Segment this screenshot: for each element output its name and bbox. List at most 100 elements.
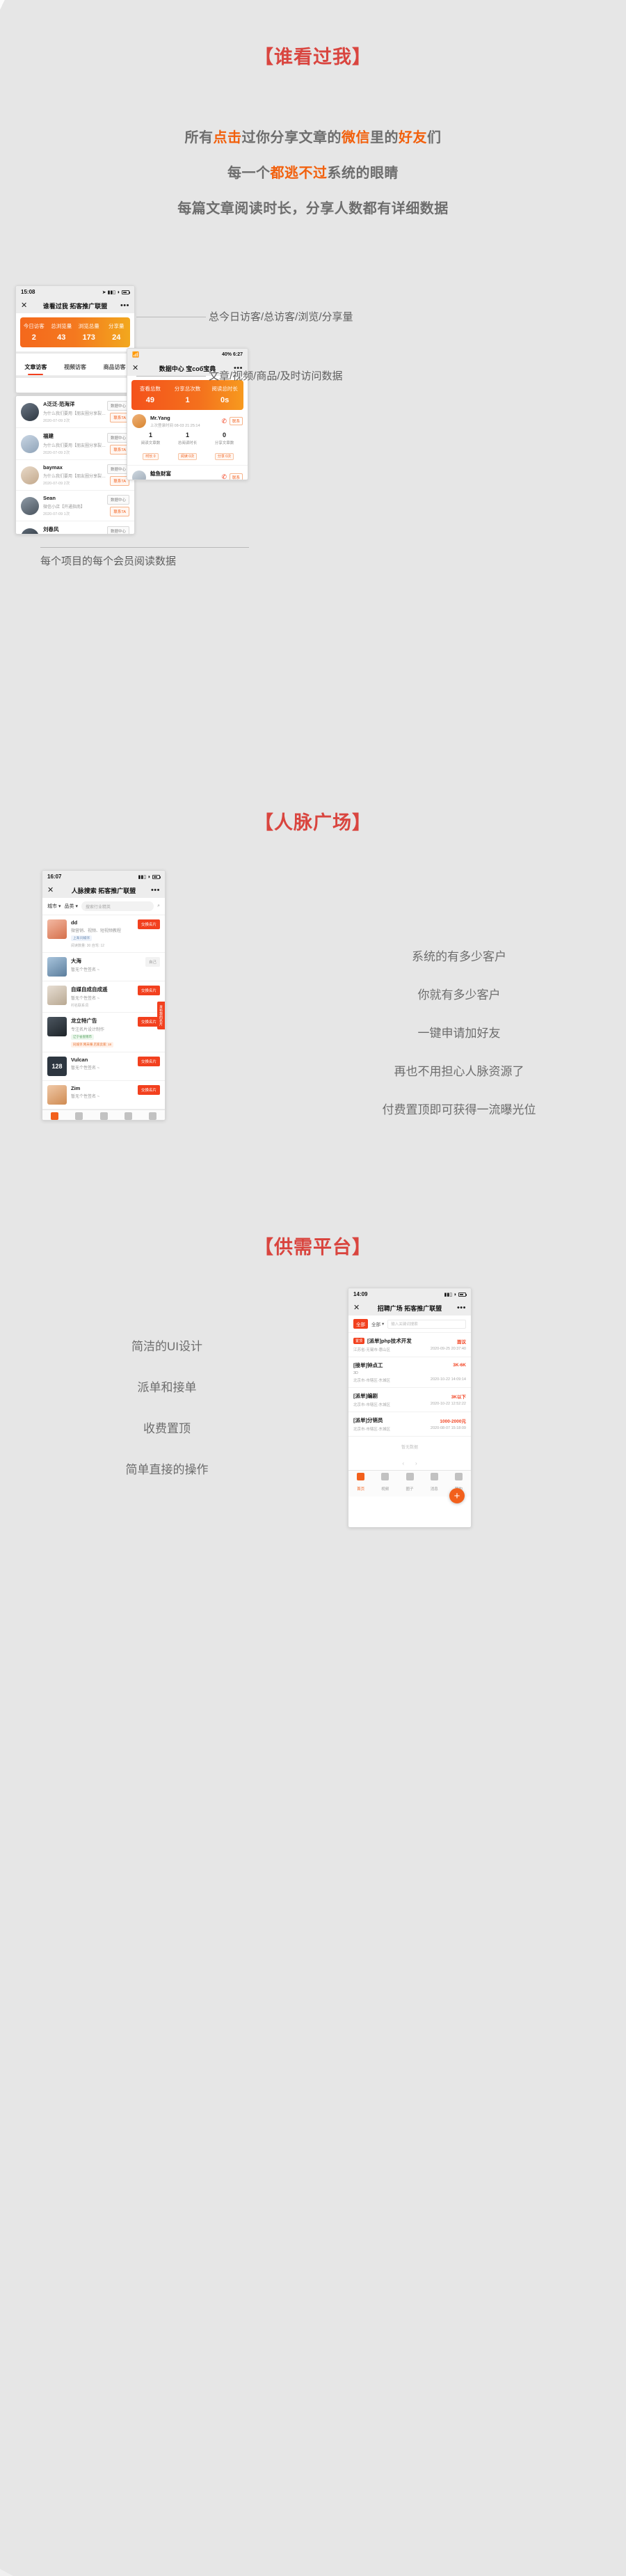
tabbar-item-home[interactable]: 首页 [348, 1473, 373, 1494]
phone-mockup-visitor-list: A泛泛-范海洋 为什么我们要用【朋友圈分享裂变推广】… 2020-07-09 2… [15, 395, 135, 535]
supply-benefits-list: 简洁的UI设计 派单和接单 收费置顶 简单直接的操作 [56, 1336, 278, 1501]
chevron-down-icon: ▾ [75, 904, 79, 909]
visitor-name: Sean [43, 495, 56, 501]
tabbar-item-circle[interactable]: 圈子 [91, 1112, 115, 1120]
more-icon[interactable]: ••• [151, 886, 160, 894]
job-title: [派单]分销员 [353, 1417, 383, 1423]
visitor-article: 为什么我们要用【朋友圈分享裂变推广】… [43, 411, 107, 416]
metric-shares: 0 分享文章数 [214, 432, 234, 445]
tabbar-item-mine[interactable]: 我的 [141, 1112, 165, 1120]
stat-value: 2 [31, 333, 36, 342]
job-title: [派单]php技术开发 [367, 1338, 412, 1344]
benefit-item: 再也不用担心人脉资源了 [394, 1065, 524, 1078]
list-item[interactable]: A泛泛-范海洋 为什么我们要用【朋友圈分享裂变推广】… 2020-07-09 2… [16, 396, 134, 428]
visitor-name: A泛泛-范海洋 [43, 401, 75, 407]
type-filter[interactable]: 全部 [353, 1319, 368, 1329]
search-input[interactable]: 搜索行业精英 [81, 901, 154, 911]
list-item[interactable]: Sean 微信小店【开通指南】 2020-07-09 1次 数据中心 联系TA [16, 491, 134, 521]
exchange-card-button[interactable]: 交换名片 [137, 986, 160, 995]
sub-part-highlight: 好友 [399, 130, 427, 145]
stat-browse-total: 浏览总量 173 [75, 322, 103, 342]
search-bar: 全部 全部 ▾ 输入关键词搜索 [348, 1315, 471, 1333]
tabbar-item-circle[interactable]: 圈子 [397, 1473, 422, 1494]
contact-button[interactable]: 联系 [229, 417, 243, 425]
list-item[interactable]: 大海 暂无个性签名 ~ 自己 [42, 953, 165, 981]
benefit-item: 系统的有多少客户 [412, 950, 506, 963]
sub-part-highlight: 点击 [213, 130, 242, 145]
status-time: 14:09 [353, 1291, 368, 1297]
list-item[interactable]: 刘春风 微信小店【开通指南】 2020-07-08 1次 数据中心 联系TA [16, 521, 134, 534]
exchange-card-button[interactable]: 交换名片 [137, 1057, 160, 1066]
member-data-card[interactable]: 鲶鱼财富 上次登录时间 07-05 13:20:22 ✆ 联系 1阅读文章数 0… [127, 466, 248, 480]
tab-video-visitors[interactable]: 视频访客 [56, 358, 95, 375]
contacts-benefits-list: 系统的有多少客户 你就有多少客户 一键申请加好友 再也不用担心人脉资源了 付费置… [320, 947, 598, 1138]
exchange-card-button[interactable]: 交换名片 [137, 919, 160, 929]
contact-button[interactable]: 联系TA [110, 507, 129, 516]
close-icon[interactable]: ✕ [353, 1304, 360, 1312]
tabbar-item-message[interactable]: 消息 [116, 1112, 141, 1120]
avatar [47, 986, 67, 1005]
tabbar-item-home[interactable]: 首页 [42, 1112, 67, 1120]
list-item[interactable]: baymax 为什么我们要用【朋友圈分享裂变推广】… 2020-07-09 2次… [16, 460, 134, 491]
list-item[interactable]: 自媒自成自成遥 暂无个性签名 ~ 村名联系词 交换名片 [42, 981, 165, 1013]
list-item[interactable]: 置顶 [派单]php技术开发 面议 江苏省-无锡市-惠山区 2020-09-25… [348, 1333, 471, 1357]
search-icon[interactable]: ⌕ [157, 903, 160, 909]
list-item[interactable]: [派单]分销员 1000-2000元 北京市-市辖区-东城区 2020-08-0… [348, 1412, 471, 1437]
list-item[interactable]: [接单]钟点工 3K-6K 3D 北京市-市辖区-东城区 2020-10-22 … [348, 1357, 471, 1388]
exchange-card-button[interactable]: 交换名片 [137, 1085, 160, 1095]
stat-label: 阅读总时长 [211, 386, 238, 392]
stat-total-views: 总浏览量 43 [48, 322, 76, 342]
circle-icon [406, 1473, 414, 1480]
add-post-button[interactable]: + [449, 1488, 465, 1503]
tab-article-visitors[interactable]: 文章访客 [16, 358, 56, 375]
home-icon [357, 1473, 365, 1480]
visitor-name: 福建 [43, 433, 54, 439]
region-filter[interactable]: 全部 ▾ [371, 1320, 384, 1327]
category-filter[interactable]: 品类 ▾ [65, 903, 79, 910]
tabbar-item-video[interactable]: 视频 [67, 1112, 91, 1120]
more-icon[interactable]: ••• [234, 364, 243, 372]
more-icon[interactable]: ••• [457, 1304, 466, 1312]
list-item[interactable]: 福建 为什么我们要用【朋友圈分享裂变推广】… 2020-07-09 2次 数据中… [16, 428, 134, 460]
sub-part: 过你分享文章的 [241, 130, 342, 145]
tabbar-item-message[interactable]: 消息 [422, 1473, 447, 1494]
phone-mockup-supply-platform: 14:09 ▮▮▯ ◗ ✕ 招聘广场 拓客推广联盟 ••• 全部 全部 ▾ 输入关… [348, 1288, 472, 1528]
person-tagline: 暂无个性签名 ~ [71, 997, 100, 1001]
data-center-button[interactable]: 数据中心 [106, 495, 129, 505]
sub-part-highlight: 微信 [342, 130, 370, 145]
job-location: 北京市-市辖区-东城区 [353, 1428, 391, 1432]
callout-members: 每个项目的每个会员阅读数据 [40, 555, 177, 567]
member-data-card[interactable]: Mr.Yang 上次登录时间 08-03 21:25:14 ✆ 联系 1 阅读文章… [127, 410, 248, 466]
self-badge: 自己 [145, 957, 160, 967]
visitor-article: 微信小店【开通指南】 [43, 505, 86, 509]
more-icon[interactable]: ••• [120, 301, 129, 310]
list-item[interactable]: 龙立特广告 专注名片设计制作 辽宁省盘锦市 同城邻 网未赚 店家卖家: 18 交… [42, 1013, 165, 1052]
list-item[interactable]: Zim 暂无个性签名 ~ 交换名片 [42, 1081, 165, 1109]
next-page-button[interactable]: › [415, 1460, 417, 1467]
video-icon [381, 1473, 390, 1480]
data-center-button[interactable]: 数据中心 [106, 526, 129, 534]
prev-page-button[interactable]: ‹ [402, 1460, 404, 1467]
list-item[interactable]: [派单]编剧 3K以下 北京市-市辖区-东城区 2020-10-22 12:52… [348, 1388, 471, 1412]
job-location: 江苏省-无锡市-惠山区 [353, 1348, 391, 1352]
avatar [47, 957, 67, 977]
close-icon[interactable]: ✕ [21, 301, 27, 310]
list-item[interactable]: 128 Vulcan 暂无个性签名 ~ 交换名片 [42, 1052, 165, 1081]
visitor-name: baymax [43, 464, 63, 471]
city-filter[interactable]: 城市 ▾ [47, 903, 61, 910]
contact-button[interactable]: 联系 [229, 473, 243, 480]
close-icon[interactable]: ✕ [132, 364, 138, 372]
phone-icon[interactable]: ✆ [221, 418, 227, 425]
phone-icon[interactable]: ✆ [221, 473, 227, 480]
tabbar-item-video[interactable]: 视频 [373, 1473, 397, 1494]
visitor-type-tabs: 文章访客 视频访客 商品访客 [16, 358, 134, 376]
list-item[interactable]: dd 微营销、视频、短视频教程 上海 同城邻 阅读数量: 30 自驾: 12 交… [42, 915, 165, 953]
promo-page: 【谁看过我】 所有点击过你分享文章的微信里的好友们 每一个都逃不过系统的眼睛 每… [0, 0, 626, 2576]
search-input[interactable]: 输入关键词搜索 [387, 1319, 466, 1329]
nav-bar: ✕ 招聘广场 拓客推广联盟 ••• [348, 1300, 471, 1315]
job-price: 面议 [457, 1339, 466, 1345]
callout-stats: 总今日访客/总访客/浏览/分享量 [209, 311, 353, 323]
close-icon[interactable]: ✕ [47, 886, 54, 894]
sub-part: 每一个 [227, 166, 271, 181]
publish-my-card-button[interactable]: 发布我的名片 [157, 1001, 165, 1029]
